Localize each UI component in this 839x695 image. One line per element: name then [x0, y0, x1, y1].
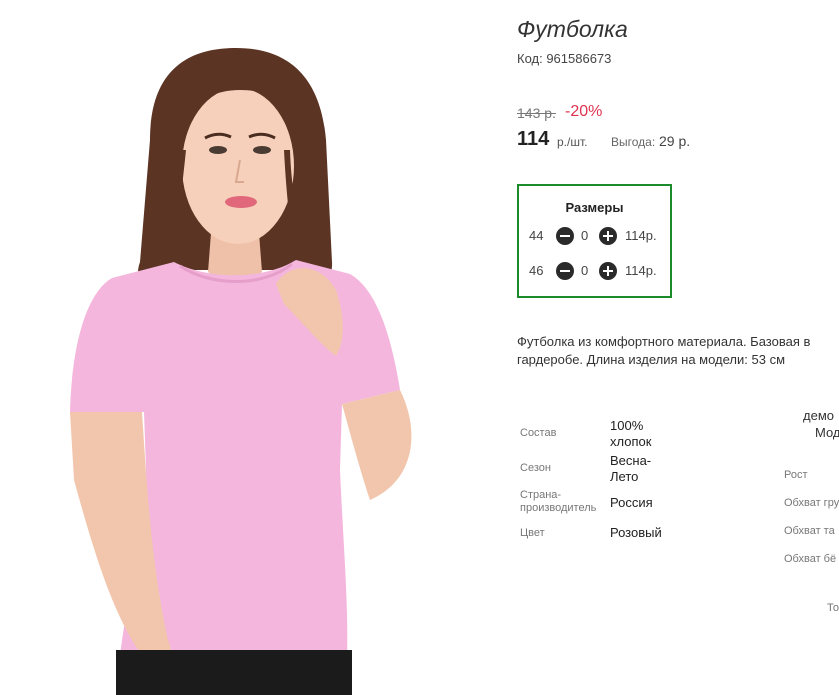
description-line: Футболка из комфортного материала. Базов… [517, 334, 811, 349]
product-code: Код: 961586673 [517, 51, 612, 66]
current-price: 114 [517, 128, 550, 150]
spec-value-composition: 100% хлопок [610, 418, 652, 449]
size-row: 46 0 114р. [519, 261, 670, 281]
discount-badge: -20% [565, 103, 603, 120]
description-line: гардеробе. Длина изделия на модели: 53 с… [517, 352, 786, 367]
size-row: 44 0 114р. [519, 226, 670, 246]
increase-quantity-button[interactable] [599, 227, 617, 245]
quantity-value: 0 [581, 228, 589, 243]
saving-label: Выгода: [611, 135, 656, 149]
size-price: 114р. [625, 263, 657, 278]
spec-label-country: Страна-производитель [520, 489, 597, 514]
size-price: 114р. [625, 228, 657, 243]
size-value: 44 [529, 228, 544, 243]
sizes-title: Размеры [565, 200, 624, 215]
model-param-footer: То [827, 602, 839, 614]
sizes-panel: Размеры 44 0 114р. 46 0 114р. [517, 184, 672, 298]
spec-value-season: Весна-Лето [610, 453, 652, 484]
minus-icon [560, 235, 570, 237]
spec-value-country: Россия [610, 495, 653, 510]
model-illustration [70, 48, 412, 695]
product-description: Футболка из комфортного материала. Базов… [517, 333, 839, 369]
quantity-value: 0 [581, 263, 589, 278]
spec-label-color: Цвет [520, 527, 545, 539]
model-demo-label: демо [803, 408, 834, 423]
model-param-label: Обхват гру [784, 497, 839, 509]
increase-quantity-button[interactable] [599, 262, 617, 280]
minus-icon [560, 270, 570, 272]
product-title: Футболка [517, 16, 628, 42]
model-param-label: Рост [784, 469, 808, 481]
spec-label-composition: Состав [520, 427, 557, 439]
spec-label-season: Сезон [520, 462, 551, 474]
size-value: 46 [529, 263, 544, 278]
model-param-label: Обхват та [784, 525, 835, 537]
price-unit: р./шт. [557, 135, 588, 149]
spec-value-color: Розовый [610, 525, 662, 540]
product-photo[interactable] [0, 0, 487, 695]
decrease-quantity-button[interactable] [556, 227, 574, 245]
decrease-quantity-button[interactable] [556, 262, 574, 280]
old-price: 143 р. [517, 105, 556, 121]
saving-value: 29 р. [659, 133, 691, 149]
model-demo-label: Мод [815, 425, 839, 440]
model-param-label: Обхват бё [784, 553, 837, 565]
